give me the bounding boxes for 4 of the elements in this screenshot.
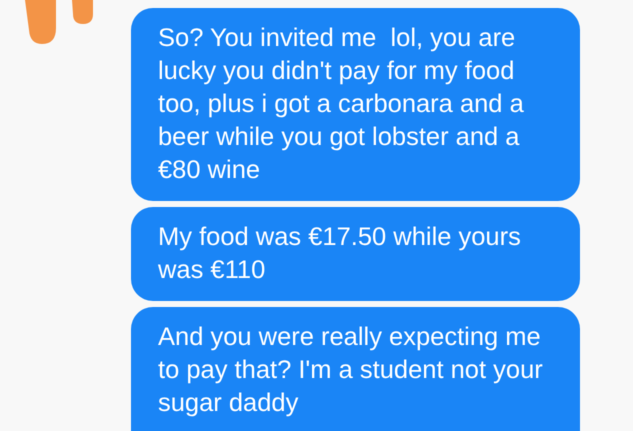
drip-drawing (25, 0, 93, 44)
message-bubble: My food was €17.50 while yours was €110 (131, 207, 580, 301)
message-bubble: And you were really expecting me to pay that? I'm a student not your sugar daddy (131, 307, 580, 431)
message-bubble: So? You invited me lol, you are lucky you didn't pay for my food too, plus i got a carbonara and a beer while you got lobster and a €80 wine (131, 8, 580, 201)
